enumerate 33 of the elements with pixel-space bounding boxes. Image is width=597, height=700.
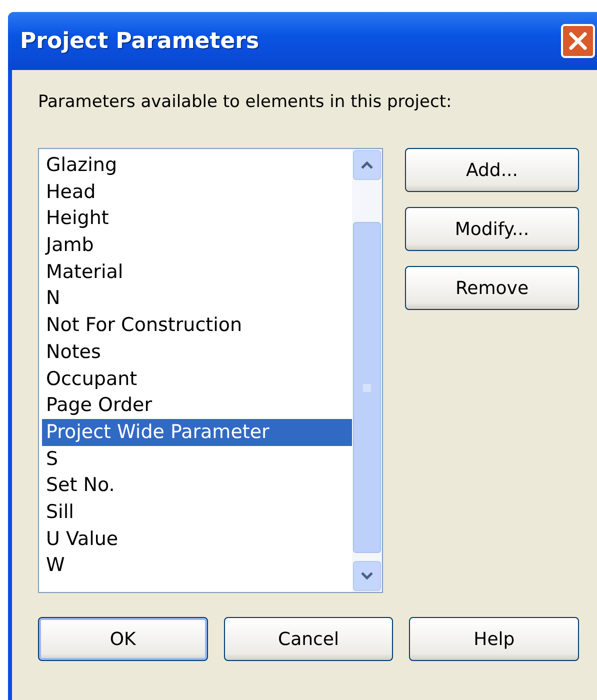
dialog-button[interactable]: Add... [405, 148, 579, 192]
chevron-down-icon [361, 572, 373, 580]
window-title: Project Parameters [20, 28, 260, 54]
list-item[interactable]: Height [42, 205, 352, 232]
list-item[interactable]: U Value [42, 526, 352, 552]
grip-icon [362, 382, 372, 392]
dialog-button[interactable]: Remove [405, 266, 579, 310]
list-item[interactable]: Page Order [42, 392, 352, 419]
dialog-button[interactable]: Help [409, 617, 580, 661]
scroll-down-button[interactable] [353, 561, 381, 591]
list-item[interactable]: Glazing [42, 152, 352, 179]
list-item[interactable]: Material [42, 258, 352, 286]
list-item[interactable]: N [42, 285, 352, 312]
scroll-thumb[interactable] [353, 222, 381, 553]
list-item[interactable]: Notes [42, 338, 352, 366]
list-item[interactable]: Head [42, 178, 352, 206]
dialog-button[interactable]: Cancel [224, 617, 394, 661]
scrollbar[interactable] [352, 149, 382, 592]
prompt-text: Parameters available to elements in this project: [38, 92, 453, 112]
dialog-button[interactable]: OK [38, 617, 208, 661]
chevron-up-icon [361, 161, 373, 169]
list-item[interactable]: W [42, 552, 352, 579]
dialog-button[interactable]: Modify... [405, 207, 579, 251]
close-icon [567, 30, 589, 52]
list-item[interactable]: Not For Construction [42, 312, 352, 339]
list-item[interactable]: Sill [42, 498, 352, 526]
list-item[interactable]: Set No. [42, 472, 352, 499]
list-item[interactable]: Jamb [42, 232, 352, 259]
list-item[interactable]: S [42, 446, 352, 472]
close-button[interactable] [561, 24, 595, 58]
scroll-up-button[interactable] [353, 150, 381, 180]
list-item[interactable]: Project Wide Parameter [42, 418, 352, 446]
list-item[interactable]: Occupant [42, 366, 352, 392]
